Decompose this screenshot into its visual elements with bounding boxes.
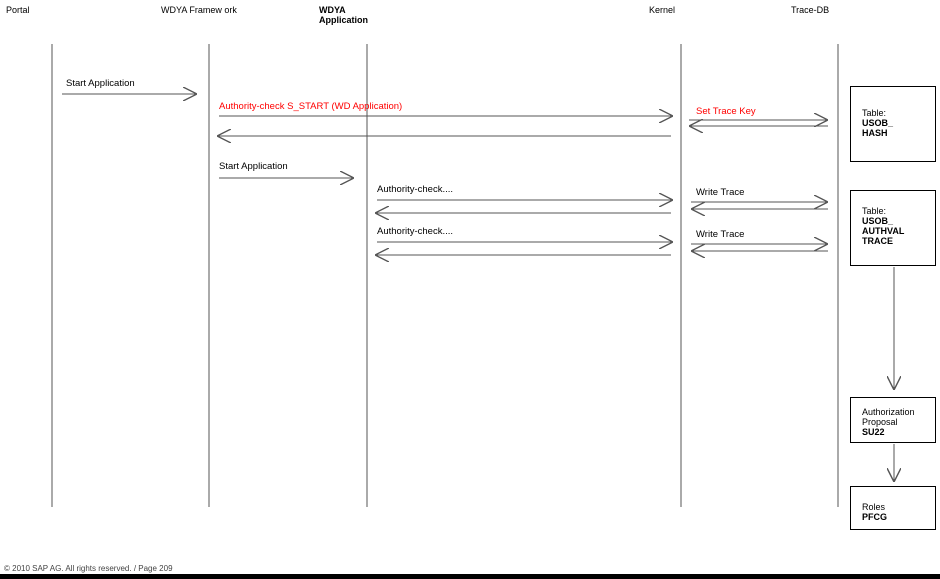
label-auth-check-2: Authority-check.... [377,226,454,237]
table-usob-hash-box: Table: USOB_ HASH [850,86,936,162]
label-start-app-2: Start Application [219,161,288,172]
su22-name: SU22 [862,427,885,437]
su22-caption: Authorization Proposal [862,407,915,427]
footer-bar [0,574,940,579]
pfcg-box: Roles PFCG [850,486,936,530]
su22-box: Authorization Proposal SU22 [850,397,936,443]
table-usob-hash-caption: Table: [862,108,887,118]
label-start-app-1: Start Application [66,78,135,89]
label-set-trace-key: Set Trace Key [696,106,756,117]
table-usob-authval-caption: Table: [862,206,887,216]
sequence-diagram [51,44,940,507]
copyright-text: © 2010 SAP AG. All rights reserved. / Pa… [4,564,173,573]
pfcg-name: PFCG [862,512,888,522]
label-auth-check-start: Authority-check S_START (WD Application) [219,101,403,112]
label-write-trace-2: Write Trace [696,229,745,240]
label-write-trace-1: Write Trace [696,187,745,198]
table-usob-hash-name: USOB_ HASH [862,118,894,138]
label-auth-check-1: Authority-check.... [377,184,454,195]
pfcg-caption: Roles [862,502,886,512]
table-usob-authval-box: Table: USOB_ AUTHVAL TRACE [850,190,936,266]
table-usob-authval-name: USOB_ AUTHVAL TRACE [862,216,905,246]
